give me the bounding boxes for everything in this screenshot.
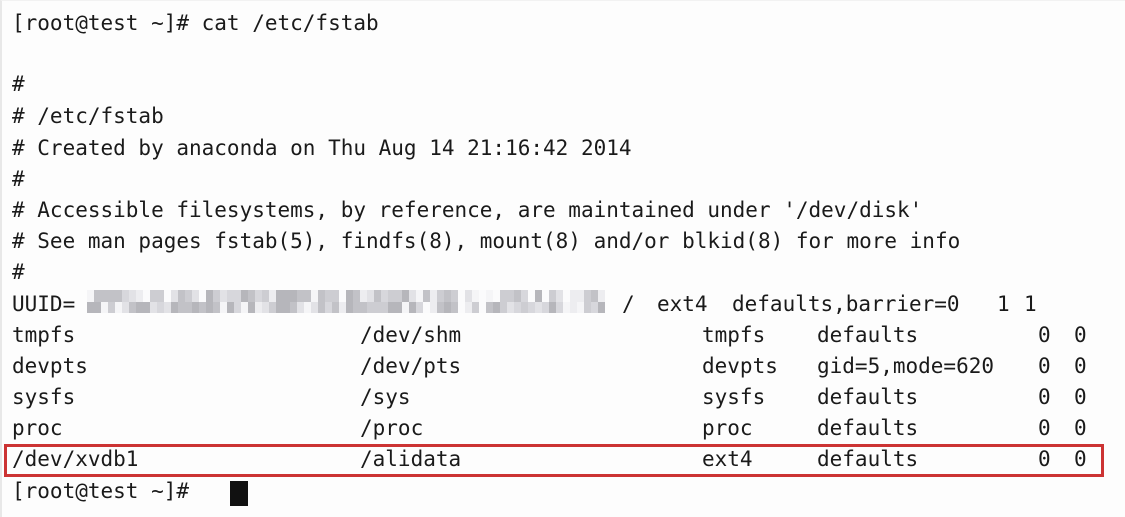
comment-line-4: # [12,167,25,191]
fstab-row-sysfs: sysfs /sys sysfs defaults 0 0 [2,385,1125,411]
device: sysfs [12,385,76,409]
fstype: sysfs [702,385,766,409]
mountpoint: /alidata [360,447,462,471]
mountpoint: /sys [360,385,411,409]
pass: 0 [1074,416,1087,440]
fstype: proc [702,416,753,440]
uuid-redaction-mosaic [87,290,607,313]
dump: 0 [1038,354,1051,378]
fstab-row-xvdb1-highlighted: /dev/xvdb1 /alidata ext4 defaults 0 0 [2,447,1125,473]
comment-line-5: # Accessible filesystems, by reference, … [12,198,923,222]
root-pass: 1 [1024,292,1037,316]
fstab-row-devpts: devpts /dev/pts devpts gid=5,mode=620 0 … [2,354,1125,380]
command-line: [root@test ~]# cat /etc/fstab [12,11,379,35]
pass: 0 [1074,354,1087,378]
fstype: ext4 [702,447,753,471]
device: /dev/xvdb1 [12,447,139,471]
device: devpts [12,354,88,378]
dump: 0 [1038,385,1051,409]
root-options: defaults,barrier=0 [732,292,960,316]
device: tmpfs [12,323,76,347]
pass: 0 [1074,447,1087,471]
comment-line-2: # /etc/fstab [12,104,164,128]
dump: 0 [1038,447,1051,471]
options: defaults [817,416,919,440]
dump: 0 [1038,323,1051,347]
uuid-label: UUID= [12,292,76,316]
mountpoint: /dev/shm [360,323,462,347]
dump: 0 [1038,416,1051,440]
root-dump: 1 [997,292,1010,316]
fstype: tmpfs [702,323,766,347]
pass: 0 [1074,385,1087,409]
device: proc [12,416,63,440]
fstab-row-proc: proc /proc proc defaults 0 0 [2,416,1125,442]
comment-line-3: # Created by anaconda on Thu Aug 14 21:1… [12,136,632,160]
options: gid=5,mode=620 [817,354,995,378]
root-mountpoint: / [622,292,635,316]
mountpoint: /proc [360,416,424,440]
fstab-row-tmpfs: tmpfs /dev/shm tmpfs defaults 0 0 [2,323,1125,349]
comment-line-7: # [12,260,25,284]
pass: 0 [1074,323,1087,347]
root-fstype: ext4 [657,292,708,316]
fstype: devpts [702,354,778,378]
comment-line-6: # See man pages fstab(5), findfs(8), mou… [12,229,961,253]
final-prompt: [root@test ~]# [12,479,190,503]
block-cursor [230,481,248,506]
mountpoint: /dev/pts [360,354,462,378]
comment-line-1: # [12,72,25,96]
terminal-window[interactable]: [root@test ~]# cat /etc/fstab # # /etc/f… [0,0,1125,517]
options: defaults [817,323,919,347]
options: defaults [817,447,919,471]
options: defaults [817,385,919,409]
